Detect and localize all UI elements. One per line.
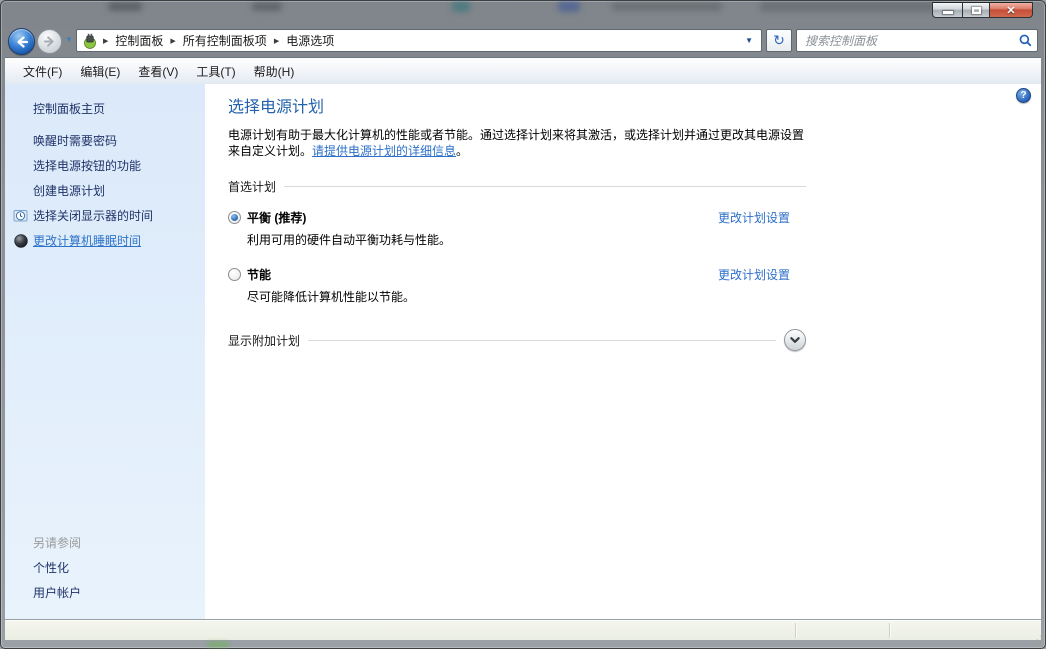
sidebar-item-change-computer-sleep-time[interactable]: 更改计算机睡眠时间 [5,228,205,253]
help-button[interactable]: ? [1016,88,1031,103]
refresh-icon: ↻ [773,32,785,49]
sidebar-item-personalization[interactable]: 个性化 [5,555,205,580]
menu-edit[interactable]: 编辑(E) [71,60,129,83]
breadcrumb-item-all-items[interactable]: 所有控制面板项 [177,32,273,49]
sidebar: 控制面板主页 唤醒时需要密码 选择电源按钮的功能 创建电源计划 [5,84,205,619]
sidebar-item-label: 控制面板主页 [33,100,105,117]
see-also-section: 另请参阅 个性化 用户帐户 [5,530,205,605]
sidebar-item-control-panel-home[interactable]: 控制面板主页 [5,96,205,121]
preferred-plans-label: 首选计划 [228,178,276,195]
breadcrumb-chevron-icon[interactable]: ▶ [273,37,280,45]
sidebar-item-label: 选择电源按钮的功能 [33,157,141,174]
breadcrumb-item-control-panel[interactable]: 控制面板 [109,32,169,49]
close-button[interactable]: ✕ [990,2,1033,18]
radio-plan-power-saver[interactable] [228,268,241,281]
menu-help[interactable]: 帮助(H) [245,60,304,83]
maximize-icon [972,7,981,14]
blur-blob [760,1,940,12]
plan-description: 尽可能降低计算机性能以节能。 [247,288,806,305]
search-icon [1018,33,1033,48]
page-title: 选择电源计划 [228,98,1041,118]
forward-arrow-icon [43,36,56,47]
preferred-plans-section: 首选计划 [228,178,806,195]
chevron-down-icon [785,329,805,351]
sidebar-item-user-accounts[interactable]: 用户帐户 [5,580,205,605]
sleep-moon-icon [13,233,29,249]
window-body: 控制面板主页 唤醒时需要密码 选择电源按钮的功能 创建电源计划 [5,84,1041,619]
help-icon: ? [1020,90,1026,101]
sidebar-item-require-password-on-wakeup[interactable]: 唤醒时需要密码 [5,128,205,153]
sidebar-item-label: 个性化 [33,559,69,576]
breadcrumb-chevron-icon[interactable]: ▶ [169,37,176,45]
intro-paragraph: 电源计划有助于最大化计算机的性能或者节能。通过选择计划来将其激活，或选择计划并通… [228,127,806,159]
blur-blob [108,2,142,11]
plan-description: 利用可用的硬件自动平衡功耗与性能。 [247,231,806,248]
window-controls: ✕ [932,2,1033,18]
resize-grip[interactable] [1030,633,1045,648]
plan-power-saver: 节能 更改计划设置 尽可能降低计算机性能以节能。 [228,266,806,305]
blur-blob [452,1,470,12]
refresh-button[interactable]: ↻ [766,29,792,52]
sidebar-item-label: 唤醒时需要密码 [33,132,117,149]
forward-button[interactable] [37,29,62,54]
maximize-button[interactable] [962,2,990,18]
back-button[interactable] [8,28,35,55]
display-timer-icon [13,208,29,224]
menu-view[interactable]: 查看(V) [129,60,187,83]
menu-file[interactable]: 文件(F) [14,60,71,83]
close-icon: ✕ [1006,4,1015,17]
status-bar [5,619,1041,640]
radio-plan-balanced[interactable] [228,211,241,224]
main-content: ? 选择电源计划 电源计划有助于最大化计算机的性能或者节能。通过选择计划来将其激… [205,84,1041,619]
blur-blob [252,2,282,11]
show-additional-plans-button[interactable] [784,329,806,351]
sidebar-item-create-power-plan[interactable]: 创建电源计划 [5,178,205,203]
search-box [796,29,1038,52]
address-bar[interactable]: ▶ 控制面板 ▶ 所有控制面板项 ▶ 电源选项 ▼ [76,29,762,52]
sidebar-item-label: 更改计算机睡眠时间 [33,232,141,249]
see-also-header: 另请参阅 [5,530,205,555]
plan-name[interactable]: 平衡 (推荐) [247,209,306,226]
address-history-dropdown-icon[interactable]: ▼ [745,36,761,45]
sidebar-item-label: 用户帐户 [33,584,81,601]
sidebar-item-choose-display-off-time[interactable]: 选择关闭显示器的时间 [5,203,205,228]
additional-plans-label: 显示附加计划 [228,332,300,349]
titlebar[interactable] [0,0,1046,26]
additional-plans-section: 显示附加计划 [228,329,806,351]
minimize-button[interactable] [932,2,962,18]
minimize-icon [943,11,953,14]
change-plan-settings-link-power-saver[interactable]: 更改计划设置 [718,266,790,283]
sidebar-item-choose-power-button-function[interactable]: 选择电源按钮的功能 [5,153,205,178]
back-arrow-icon [15,36,29,48]
blur-blob [558,1,580,12]
intro-period: 。 [456,144,468,158]
blur-blob [612,2,722,11]
plan-balanced: 平衡 (推荐) 更改计划设置 利用可用的硬件自动平衡功耗与性能。 [228,209,806,248]
recent-pages-dropdown[interactable]: ▼ [65,35,73,44]
breadcrumb-chevron-icon[interactable]: ▶ [102,37,109,45]
plan-name[interactable]: 节能 [247,266,271,283]
sidebar-item-label: 选择关闭显示器的时间 [33,207,153,224]
search-button[interactable] [1013,30,1037,51]
status-separator [889,623,890,638]
menu-bar: 文件(F) 编辑(E) 查看(V) 工具(T) 帮助(H) [5,57,1041,84]
section-divider [308,340,776,341]
power-options-icon[interactable] [82,33,98,49]
change-plan-settings-link-balanced[interactable]: 更改计划设置 [718,209,790,226]
breadcrumb-item-power-options[interactable]: 电源选项 [280,32,340,49]
section-divider [284,186,806,187]
search-input[interactable] [797,34,1013,48]
sidebar-item-label: 创建电源计划 [33,182,105,199]
plan-details-link[interactable]: 请提供电源计划的详细信息 [312,144,456,158]
resize-grip-icon [1030,633,1045,648]
power-options-window: ✕ ▼ ▶ 控制面板 ▶ 所有控制面板项 ▶ 电源选项 ▼ ↻ [0,0,1046,649]
status-separator [795,623,796,638]
blur-blob [207,642,229,647]
menu-tools[interactable]: 工具(T) [187,60,244,83]
